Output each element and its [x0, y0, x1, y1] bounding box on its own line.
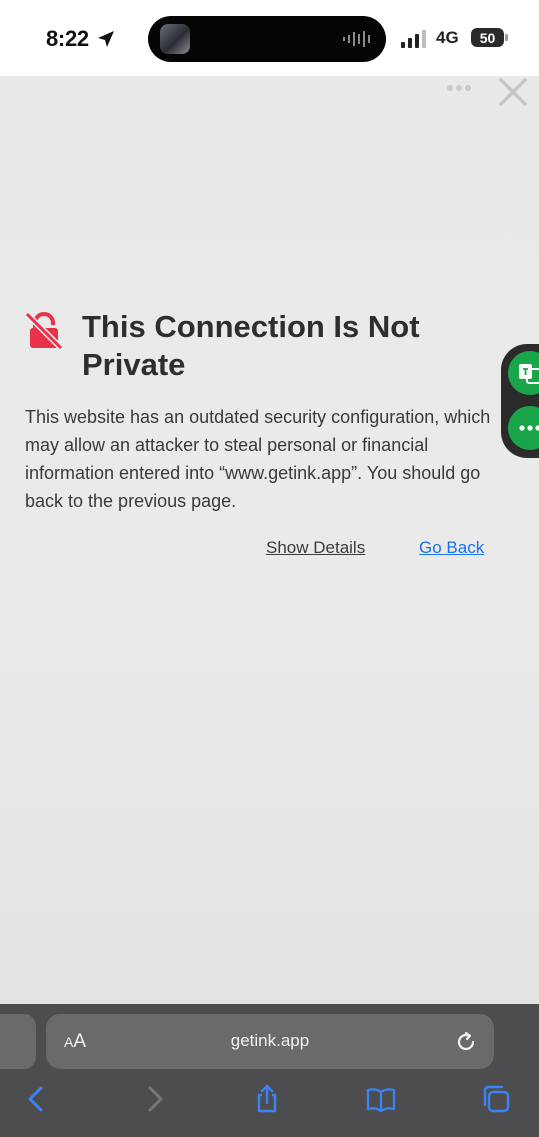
battery-level: 50: [479, 29, 496, 46]
book-icon[interactable]: [366, 1084, 396, 1114]
previous-tab-peek[interactable]: [0, 1014, 36, 1069]
chevron-right-icon[interactable]: [139, 1084, 169, 1114]
share-icon[interactable]: [252, 1084, 282, 1114]
signal-bars-icon: [401, 30, 426, 48]
web-page: This Connection Is Not Private This webs…: [0, 76, 539, 1004]
browser-bottom-bar: AA getink.app: [0, 1004, 539, 1137]
network-type: 4G: [436, 28, 459, 47]
status-bar: 8:22 4G 50: [0, 0, 539, 76]
ellipsis-icon: [519, 425, 539, 431]
audio-waveform-icon: [343, 31, 370, 47]
url-text: getink.app: [230, 1031, 310, 1050]
go-back-link[interactable]: Go Back: [419, 538, 484, 558]
chevron-left-icon[interactable]: [22, 1084, 52, 1114]
translate-icon: [519, 364, 539, 384]
show-details-link[interactable]: Show Details: [266, 538, 365, 558]
address-bar[interactable]: AA getink.app: [46, 1014, 494, 1069]
warning-title: This Connection Is Not Private: [82, 309, 420, 382]
broken-lock-icon: [24, 312, 64, 350]
close-icon[interactable]: [497, 76, 529, 108]
reload-icon[interactable]: [454, 1030, 478, 1054]
dynamic-island[interactable]: [148, 16, 386, 62]
status-time: 8:22: [46, 26, 89, 51]
warning-message: This website has an outdated security co…: [25, 407, 491, 511]
now-playing-thumbnail: [160, 24, 190, 54]
tabs-icon[interactable]: [481, 1084, 511, 1114]
more-dots-icon[interactable]: [444, 82, 474, 94]
battery-tip: [505, 34, 508, 41]
battery-indicator: 50: [471, 28, 504, 47]
location-arrow-icon: [98, 31, 114, 47]
